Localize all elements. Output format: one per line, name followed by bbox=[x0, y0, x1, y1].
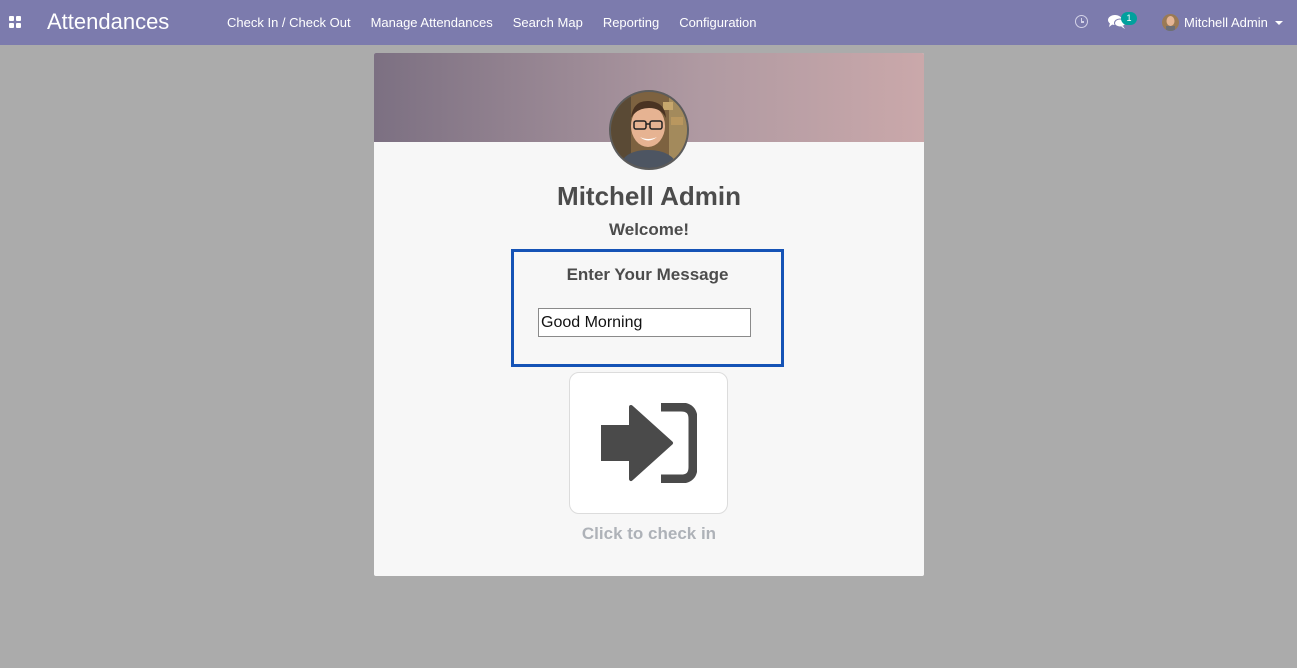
clock-icon[interactable] bbox=[1075, 15, 1088, 28]
user-avatar bbox=[1162, 13, 1179, 31]
employee-name: Mitchell Admin bbox=[557, 181, 741, 211]
top-navbar: Attendances Check In / Check Out Manage … bbox=[0, 0, 1297, 45]
menu-item-reporting[interactable]: Reporting bbox=[593, 0, 669, 45]
menu-item-manage-attendances[interactable]: Manage Attendances bbox=[361, 0, 503, 45]
app-title[interactable]: Attendances bbox=[47, 9, 169, 35]
chevron-down-icon bbox=[1274, 20, 1283, 25]
greeting: Welcome! bbox=[609, 220, 689, 239]
messages-count-badge: 1 bbox=[1121, 12, 1137, 25]
menu-item-check-in-out[interactable]: Check In / Check Out bbox=[217, 0, 361, 45]
message-input[interactable] bbox=[538, 308, 751, 337]
check-in-label[interactable]: Click to check in bbox=[374, 524, 924, 544]
menu-item-configuration[interactable]: Configuration bbox=[669, 0, 766, 45]
check-in-button[interactable] bbox=[569, 372, 728, 514]
menu-item-search-map[interactable]: Search Map bbox=[503, 0, 593, 45]
apps-grid-icon[interactable] bbox=[9, 16, 21, 28]
employee-avatar bbox=[609, 90, 689, 170]
attendance-card: Mitchell Admin Welcome! Enter Your Messa… bbox=[374, 53, 924, 576]
user-menu[interactable]: Mitchell Admin bbox=[1162, 12, 1283, 32]
message-box: Enter Your Message bbox=[511, 249, 784, 367]
sign-in-icon bbox=[601, 403, 697, 483]
user-name: Mitchell Admin bbox=[1184, 14, 1268, 30]
main-menu: Check In / Check Out Manage Attendances … bbox=[217, 0, 767, 45]
message-box-title: Enter Your Message bbox=[566, 265, 729, 284]
